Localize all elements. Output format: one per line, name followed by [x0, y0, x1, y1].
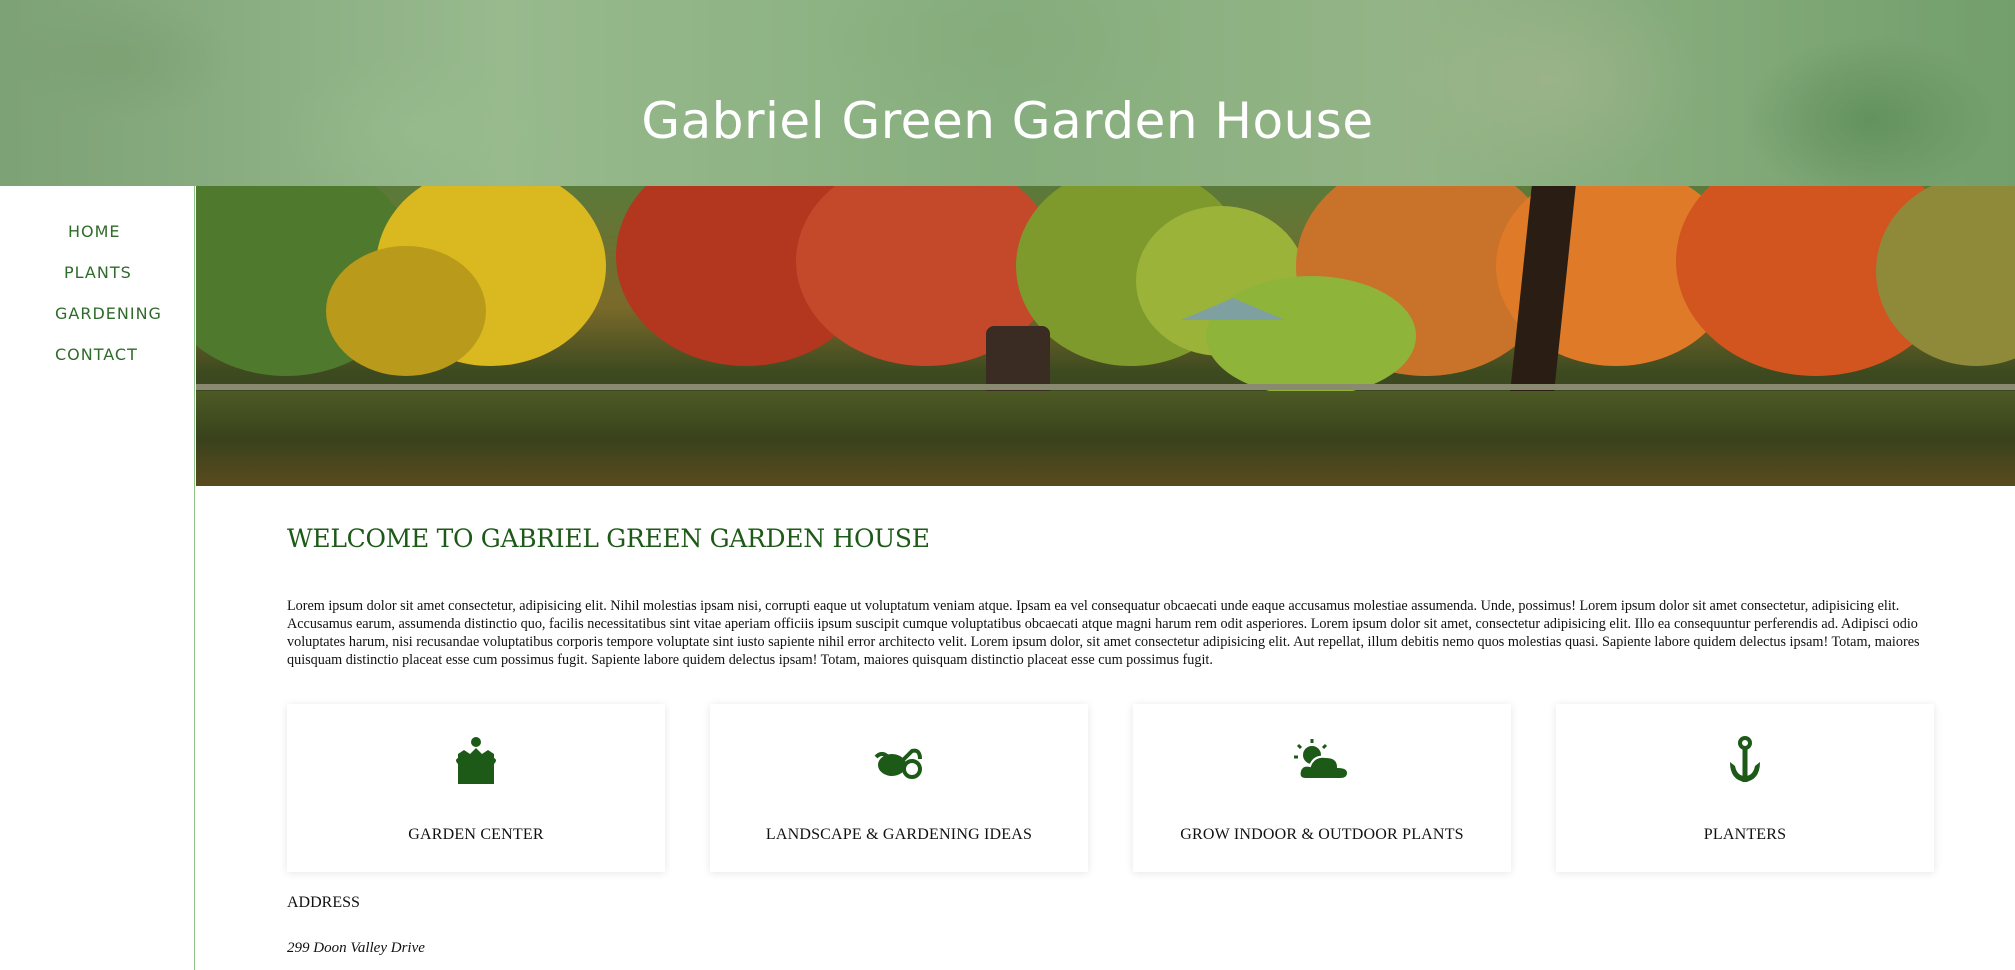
card-garden-center[interactable]: GARDEN CENTER [287, 704, 665, 872]
welcome-heading: WELCOME TO GABRIEL GREEN GARDEN HOUSE [287, 524, 930, 553]
card-landscape-ideas[interactable]: LANDSCAPE & GARDENING IDEAS [710, 704, 1088, 872]
crown-icon [287, 734, 665, 788]
card-label: GARDEN CENTER [408, 826, 544, 843]
intro-paragraph: Lorem ipsum dolor sit amet consectetur, … [287, 598, 1920, 668]
header-banner: Gabriel Green Garden House [0, 0, 2015, 186]
card-label: LANDSCAPE & GARDENING IDEAS [765, 826, 1033, 843]
hero-garden-image [196, 186, 2015, 486]
card-label: PLANTERS [1703, 826, 1787, 843]
nav-item-home[interactable]: HOME [68, 222, 121, 241]
cloud-sun-icon [1133, 734, 1511, 788]
nav-item-plants[interactable]: PLANTS [64, 263, 132, 282]
card-grow-plants[interactable]: GROW INDOOR & OUTDOOR PLANTS [1133, 704, 1511, 872]
watering-can-icon [710, 734, 1088, 788]
nav-item-contact[interactable]: CONTACT [55, 345, 138, 364]
sidebar-nav: HOME PLANTS GARDENING CONTACT [0, 186, 195, 970]
site-title: Gabriel Green Garden House [641, 91, 1374, 150]
nav-item-gardening[interactable]: GARDENING [55, 304, 162, 323]
address-line: 299 Doon Valley Drive [287, 940, 425, 956]
card-label: GROW INDOOR & OUTDOOR PLANTS [1180, 826, 1464, 843]
anchor-icon [1556, 734, 1934, 788]
address-heading: ADDRESS [287, 894, 360, 911]
card-planters[interactable]: PLANTERS [1556, 704, 1934, 872]
